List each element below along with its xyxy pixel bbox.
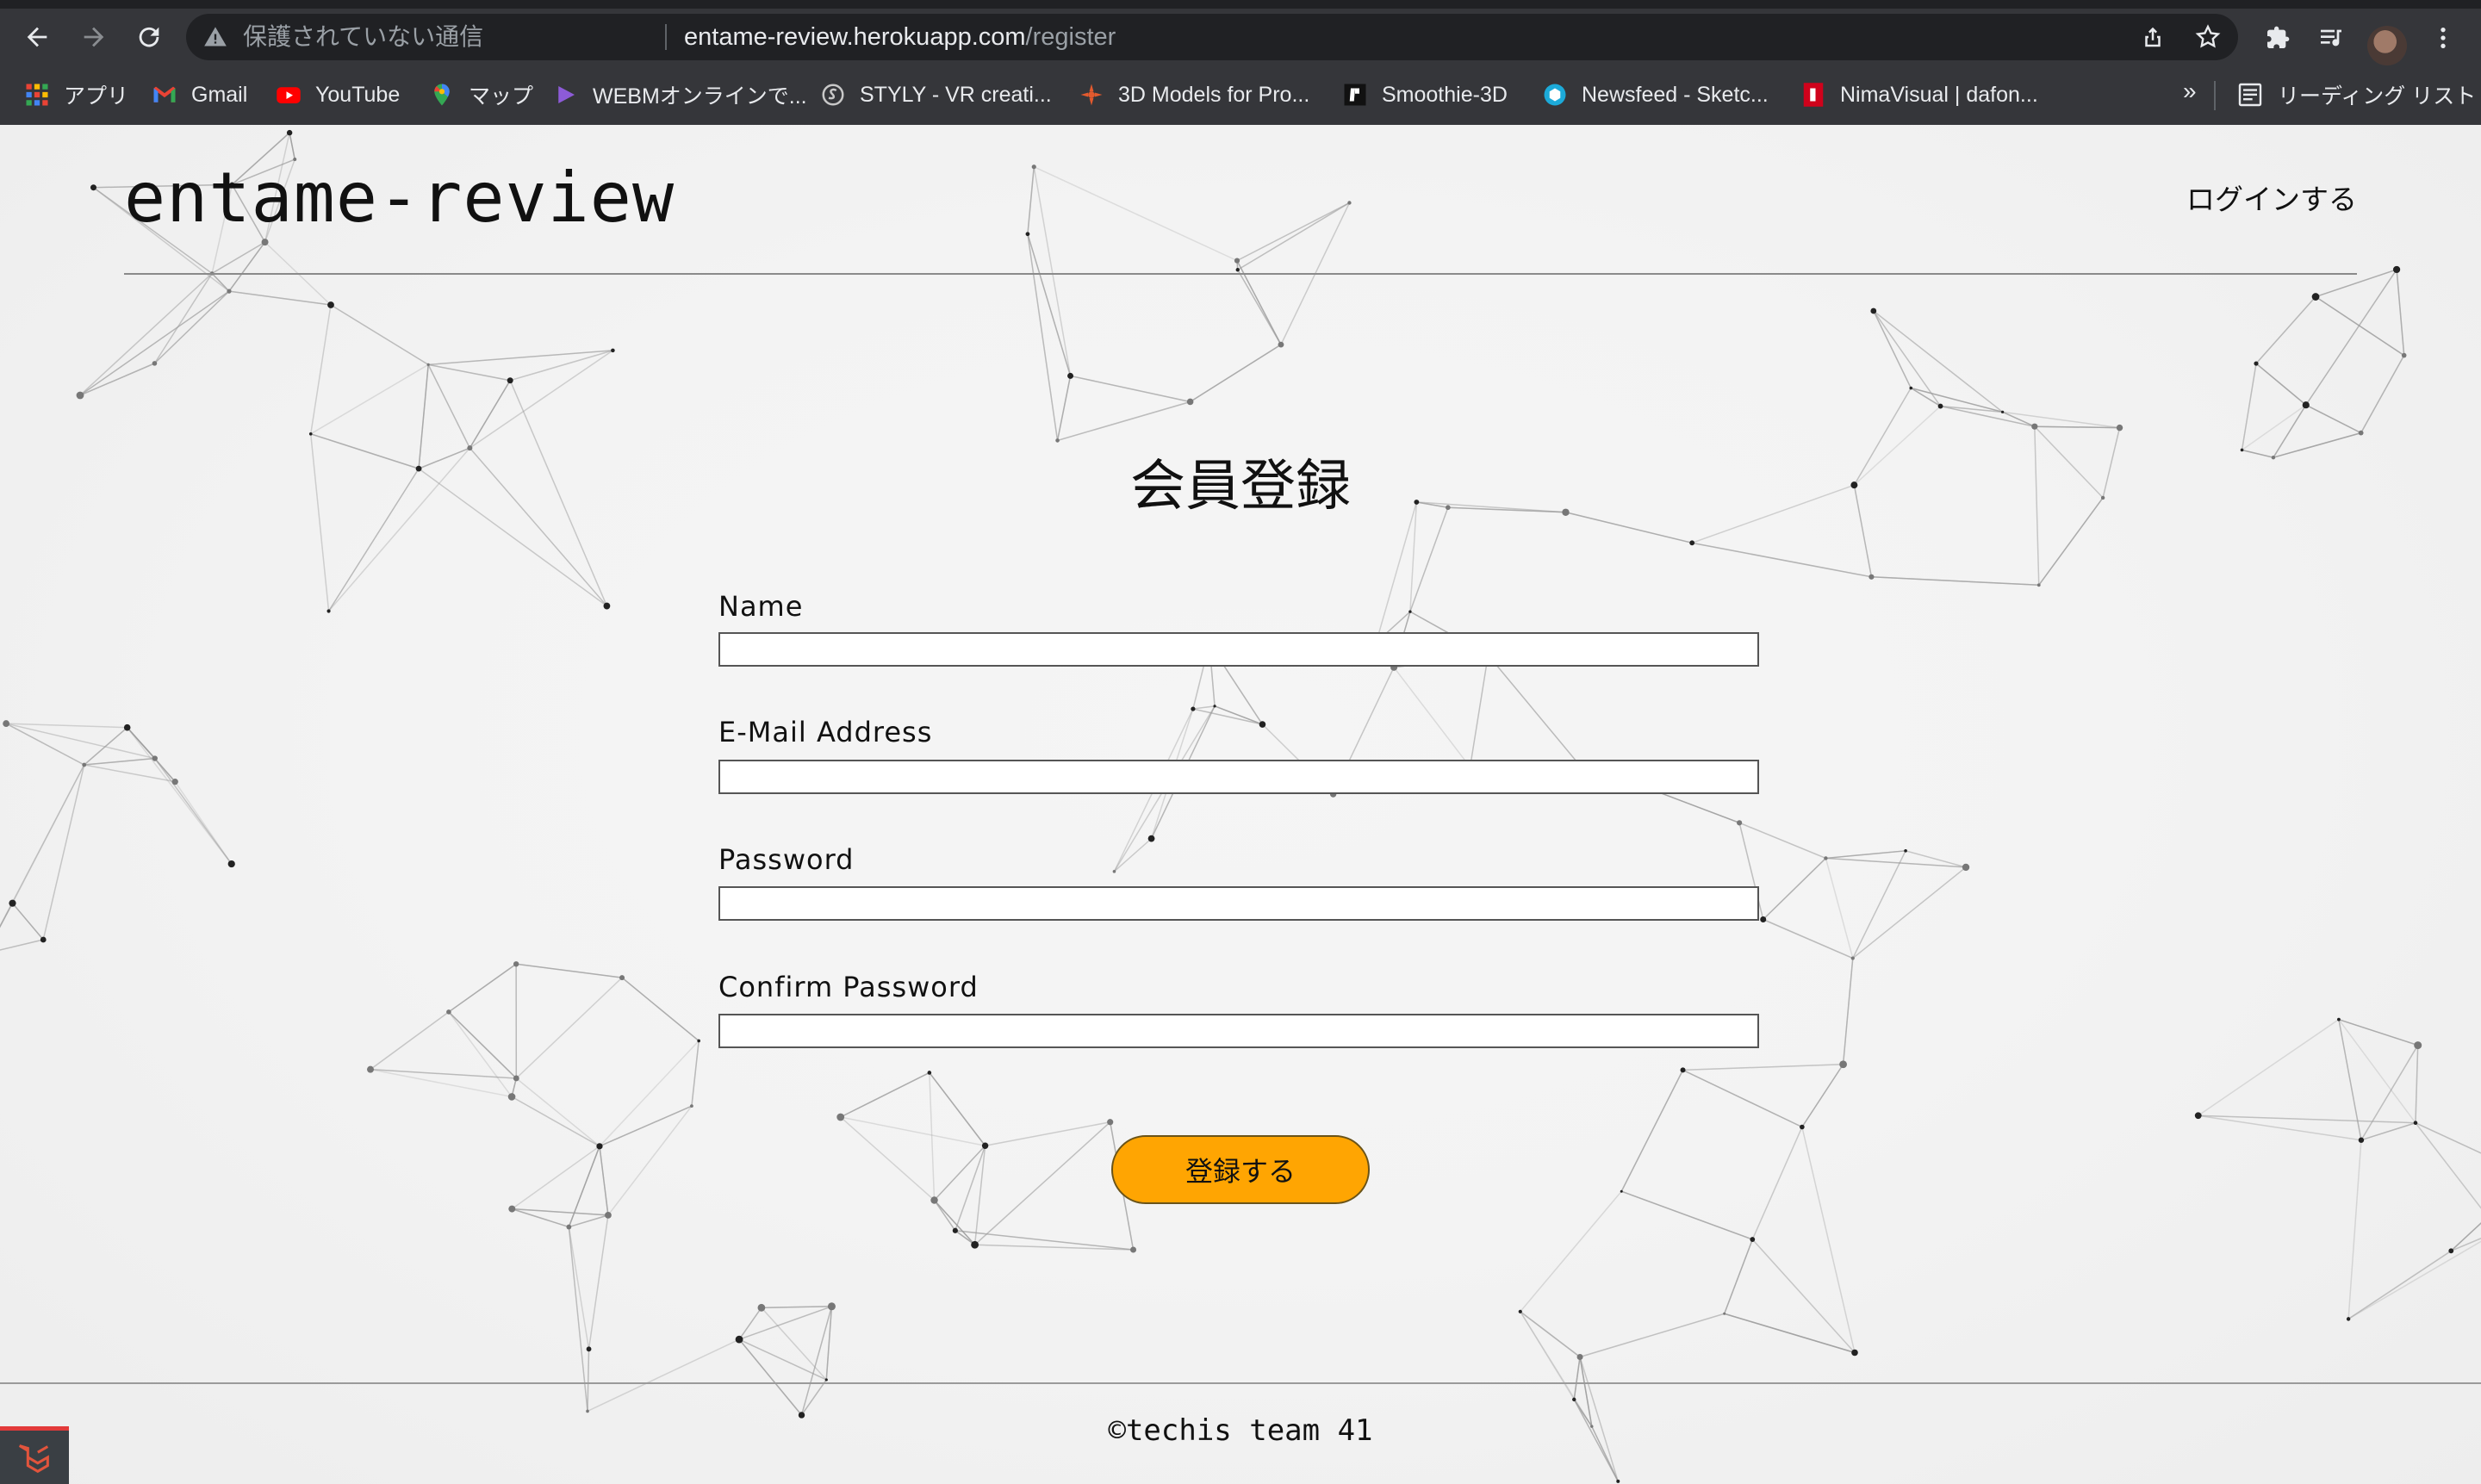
url-text[interactable]: entame-review.herokuapp.com/register [684,22,1116,52]
password-label: Password [718,843,855,876]
page-viewport: entame-review ログインする 会員登録 Name E-Mail Ad… [0,125,2481,1484]
browser-chrome: 保護されていない通信 entame-review.herokuapp.com/r… [0,0,2481,125]
extensions-icon[interactable] [2259,19,2297,57]
browser-toolbar: 保護されていない通信 entame-review.herokuapp.com/r… [0,9,2481,65]
youtube-icon [277,87,301,103]
3d-models-icon [1080,84,1103,106]
bookmarks-bar: アプリ Gmail YouTube マップ WEBMオンラインで... STYL… [0,64,2481,125]
reading-list-icon [2238,83,2262,107]
star-icon[interactable] [2193,22,2223,52]
bookmarks-divider [2214,81,2216,110]
bookmark-label: 3D Models for Pro... [1118,82,1310,107]
bookmark-label: NimaVisual | dafon... [1840,82,2038,107]
email-label: E-Mail Address [718,716,933,748]
forward-icon[interactable] [74,17,114,57]
password-input[interactable] [718,886,1759,921]
reading-list-button[interactable]: リーディング リスト [2236,79,2476,110]
tab-strip-edge [0,0,2481,9]
share-icon[interactable] [2138,22,2167,52]
address-bar[interactable]: 保護されていない通信 entame-review.herokuapp.com/r… [186,14,2238,60]
login-link[interactable]: ログインする [2186,177,2357,218]
styly-icon [822,84,844,106]
page-title: 会員登録 [1130,455,1351,517]
bookmark-label: Smoothie-3D [1382,82,1508,107]
url-host: entame-review.herokuapp.com [684,23,1026,51]
bookmark-label: Gmail [191,82,248,107]
bookmark-label: STYLY - VR creati... [860,82,1052,107]
bookmark-smoothie[interactable]: Smoothie-3D [1342,79,1508,110]
reading-list-label: リーディング リスト [2278,84,2477,109]
bookmark-label: WEBMオンラインで... [593,84,807,109]
maps-icon [434,84,450,106]
bookmark-youtube[interactable]: YouTube [276,79,400,110]
bookmarks-overflow-icon[interactable]: » [2183,78,2197,105]
laravel-icon [18,1444,49,1474]
bookmark-styly[interactable]: STYLY - VR creati... [820,79,1052,110]
menu-icon[interactable] [2424,19,2462,57]
bookmark-apps[interactable]: アプリ [24,79,128,110]
omnibox-divider [665,24,667,50]
bookmark-3d-models[interactable]: 3D Models for Pro... [1079,79,1309,110]
bookmark-label: アプリ [64,84,129,109]
footer-divider [0,1382,2481,1384]
profile-avatar[interactable] [2367,26,2407,65]
confirm-password-input[interactable] [718,1014,1759,1048]
email-input[interactable] [718,760,1759,794]
insecure-label[interactable]: 保護されていない通信 [243,22,483,52]
debugbar-toggle[interactable] [0,1426,69,1484]
register-button[interactable]: 登録する [1111,1135,1370,1204]
back-icon[interactable] [17,17,57,57]
sketchfab-icon [1544,84,1566,106]
media-icon[interactable] [2312,19,2350,57]
bookmark-label: YouTube [315,82,401,107]
warning-icon[interactable] [203,25,227,49]
bookmark-sketchfab[interactable]: Newsfeed - Sketc... [1542,79,1769,110]
dafont-icon [1803,83,1824,107]
bookmark-label: マップ [469,84,534,109]
bookmark-dafont[interactable]: NimaVisual | dafon... [1800,79,2038,110]
footer-copyright: ©techis team 41 [1108,1413,1373,1448]
url-path: /register [1025,23,1116,51]
bookmark-label: Newsfeed - Sketc... [1582,82,1769,107]
header-divider [124,273,2357,275]
site-logo[interactable]: entame-review [124,158,675,238]
bookmark-gmail[interactable]: Gmail [152,79,247,110]
name-input[interactable] [718,632,1759,667]
network-background [0,129,2481,1483]
smoothie-icon [1344,84,1366,106]
confirm-password-label: Confirm Password [718,971,979,1003]
bookmark-maps[interactable]: マップ [429,79,533,110]
bookmark-webm[interactable]: WEBMオンラインで... [553,79,807,110]
apps-grid-icon [26,84,48,106]
gmail-icon [153,86,176,102]
reload-icon[interactable] [129,17,169,57]
name-label: Name [718,590,804,623]
play-icon [558,86,575,103]
